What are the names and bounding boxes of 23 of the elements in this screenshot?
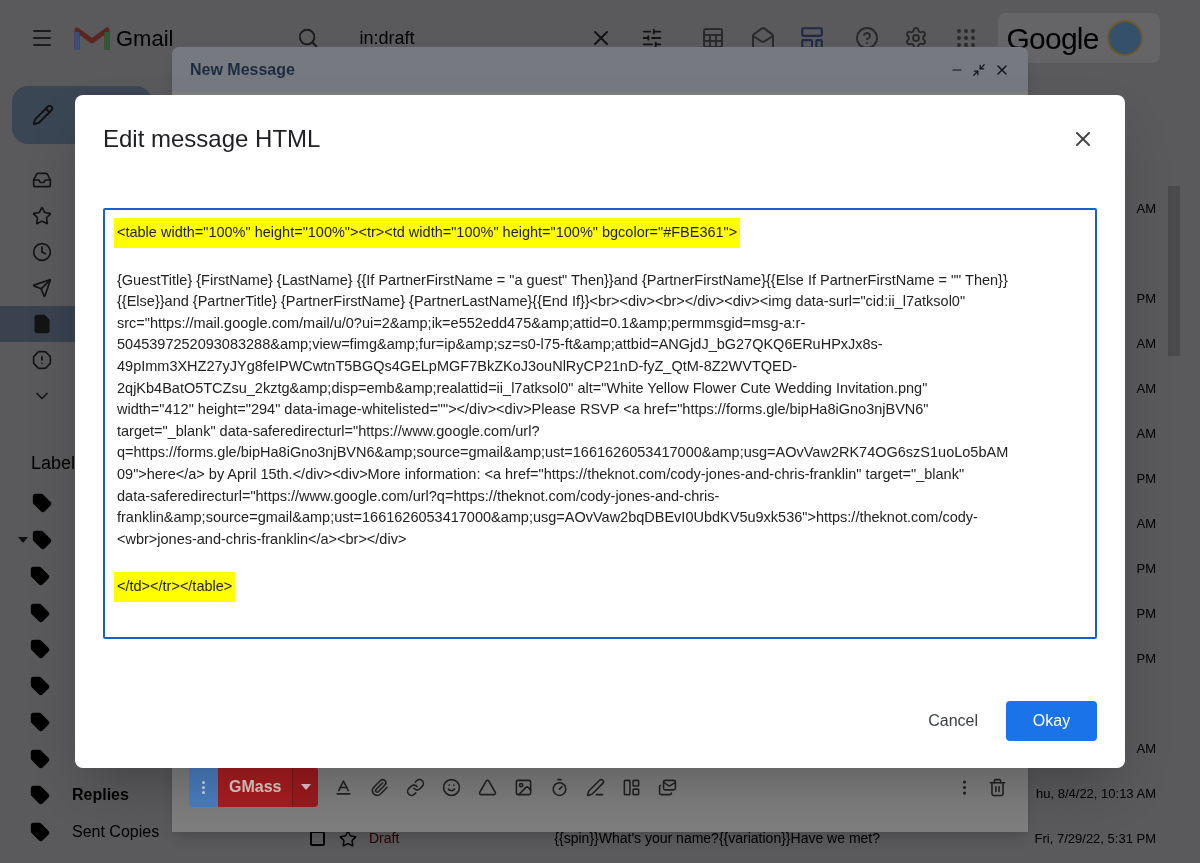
mail-subject: {{spin}}What's your name?{{variation}}Have we met? bbox=[554, 829, 880, 848]
mail-date: AM bbox=[1136, 199, 1156, 218]
app-name: Gmail bbox=[116, 24, 174, 53]
mail-date: hu, 8/4/22, 10:13 AM bbox=[1036, 784, 1156, 803]
mail-date: AM bbox=[1136, 514, 1156, 533]
mail-date: AM bbox=[1136, 379, 1156, 398]
dialog-title: Edit message HTML bbox=[103, 124, 321, 154]
mail-date: AM bbox=[1136, 739, 1156, 758]
mail-date: AM bbox=[1136, 424, 1156, 443]
mail-date: PM bbox=[1136, 469, 1156, 488]
mail-date: AM bbox=[1136, 334, 1156, 353]
draft-label: Draft bbox=[369, 829, 400, 848]
mail-date: PM bbox=[1136, 559, 1156, 578]
code-text: {GuestTitle} {FirstName} {LastName} {{If PartnerFirstName = "a guest" Then}}and {PartnerFirstName}{{Else If PartnerFirstName = "" Then}} {{Else}}and {PartnerTitle} {PartnerFirstName} {PartnerLastName}{{End If}}<br><div><br></div><div><img data-surl="cid:ii_l7atksol0" src="https://mail.google.com/mail/u/0?ui=2&amp;ik=e552edd475&amp;attid=0.1&amp;permmsgid=msg-a:r- 5045397252093083288&amp;view=fimg&amp;fur=ip&amp;sz=s0-l75-ft&amp;attbid=ANGjdJ_bG27QKQ6ERuHPxJx8s- 49pImm3XHZ27yJYg8feIPWCwtnT5BGQs4GELpMGF7BkZKoJ3ouNlRyCP21nD-fyZ_QtM-8Z2WVTQED- 2qjKb4BatO5TCZsu_2kztg&amp;disp=emb&amp;realattid=ii_l7atksol0" alt="White Yellow Flower Cute Wedding Invitation.png" width="412" height="294" data-image-whitelisted=""></div><div>Please RSVP <a href="https://forms.gle/bipHa8iGno3njBVN6" target="_blank" data-saferedirecturl="https://www.google.com/url? q=https://forms.gle/bipHa8iGno3njBVN6&amp;source=gmail&amp;ust=1661626053417000&amp;usg=AOvVaw2RK74OG6szS1uoLo5bAM 09">here</a> by April 15th.</div><div>More information: <a href="https://theknot.com/cody-jones-and-chris-franklin" target="_blank" data-saferedirecturl="https://www.google.com/url?q=https://theknot.com/cody-jones-and-chris- franklin&amp;source=gmail&amp;ust=1661626053417000&amp;usg=AOvVaw2bqDBEvI0UbdKV5u9xk536">https://theknot.com/cody- <wbr>jones-and-chris-franklin</a><br></div> bbox=[116, 270, 1010, 549]
mail-date: Fri, 7/29/22, 5:31 PM bbox=[1034, 829, 1156, 848]
window-title: New Message bbox=[190, 59, 295, 80]
mail-date: PM bbox=[1136, 289, 1156, 308]
highlighted-code: <table width="100%" height="100%"><tr><td width="100%" height="100%" bgcolor="#FBE361"> bbox=[114, 218, 741, 248]
mail-date: PM bbox=[1136, 649, 1156, 668]
section-heading: Label bbox=[31, 452, 76, 475]
mail-date: PM bbox=[1136, 604, 1156, 623]
highlighted-code: </td></tr></table> bbox=[114, 572, 236, 602]
brand-name: Google bbox=[1006, 20, 1099, 57]
